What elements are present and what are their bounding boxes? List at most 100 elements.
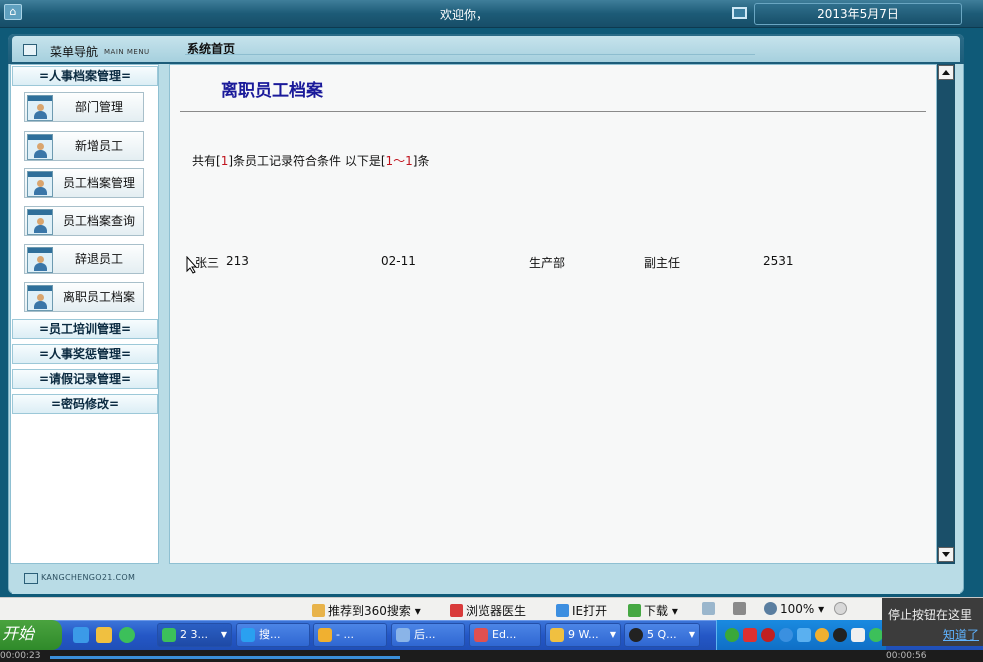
- welcome-text: 欢迎你，: [440, 8, 489, 22]
- arrow-down-icon: [942, 552, 950, 557]
- tooltip-dismiss-link[interactable]: 知道了: [943, 626, 979, 643]
- tray-penguin-icon[interactable]: [833, 628, 847, 642]
- chevron-down-icon: ▼: [609, 630, 616, 639]
- cell-date: 02-11: [381, 254, 416, 268]
- ie-quicklaunch-icon[interactable]: [73, 627, 89, 643]
- recorder-total: 00:00:56: [886, 651, 927, 661]
- document-icon: [396, 628, 410, 642]
- summary-middle: ]条员工记录符合条件 以下是[: [228, 154, 386, 168]
- logo-icon: [24, 573, 38, 584]
- ie-icon: [556, 604, 569, 617]
- table-row[interactable]: 张三 213 02-11 生产部 副主任 2531: [170, 254, 930, 274]
- scroll-up-button[interactable]: [938, 65, 954, 80]
- zoom-out-button[interactable]: [834, 602, 850, 616]
- summary-prefix: 共有[: [192, 154, 221, 168]
- scrollbar[interactable]: [937, 64, 955, 564]
- sidebar-item-resigned-archive[interactable]: 离职员工档案: [24, 282, 144, 312]
- sidebar-category-training[interactable]: =员工培训管理=: [12, 319, 158, 339]
- sidebar-item-add-employee[interactable]: 新增员工: [24, 131, 144, 161]
- recommend-360-button[interactable]: 推荐到360搜索 ▾: [312, 602, 421, 619]
- home-icon[interactable]: ⌂: [4, 4, 22, 20]
- window-icon[interactable]: [702, 602, 718, 616]
- app-icon: [318, 628, 332, 642]
- tooltip-text: 停止按钮在这里: [888, 608, 973, 622]
- editor-icon: [474, 628, 488, 642]
- ie-open-button[interactable]: IE打开: [556, 602, 607, 619]
- volume-icon[interactable]: [733, 602, 749, 616]
- user-icon: [27, 285, 53, 311]
- tray-settings-icon[interactable]: [851, 628, 865, 642]
- ie-open-label: IE打开: [572, 604, 608, 618]
- nav-title-en: MAIN MENU: [104, 48, 150, 56]
- folder-quicklaunch-icon[interactable]: [96, 627, 112, 643]
- task-button-app[interactable]: - ...: [313, 623, 387, 647]
- zoom-control[interactable]: 100% ▾: [764, 602, 824, 616]
- browser-icon: [162, 628, 176, 642]
- sidebar-item-archive-manage[interactable]: 员工档案管理: [24, 168, 144, 198]
- frame-title-bar: [12, 36, 960, 62]
- recorder-elapsed: 00:00:23: [0, 651, 41, 661]
- content-panel: 离职员工档案 共有[1]条员工记录符合条件 以下是[1～1]条 张三 213 0…: [169, 64, 937, 564]
- frame-footer: [12, 564, 960, 594]
- sidebar-category-personnel-archive[interactable]: =人事档案管理=: [12, 66, 158, 86]
- cell-number: 2531: [763, 254, 794, 268]
- tray-app-icon[interactable]: [725, 628, 739, 642]
- task-label: 搜...: [259, 628, 281, 641]
- folder-icon: [550, 628, 564, 642]
- monitor-icon[interactable]: [732, 7, 747, 19]
- sidebar-item-dismiss-employee[interactable]: 辞退员工: [24, 244, 144, 274]
- user-icon: [27, 95, 53, 121]
- zoom-level: 100%: [780, 602, 815, 616]
- minus-icon: [834, 602, 847, 615]
- footer-logo-text: KANGCHENGO21.COM: [41, 573, 136, 582]
- tray-shield-icon[interactable]: [797, 628, 811, 642]
- task-label: 后...: [414, 628, 436, 641]
- sidebar-item-label: 辞退员工: [74, 252, 123, 266]
- browser-window: ⌂ 欢迎你， 2013年5月7日 菜单导航 MAIN MENU 系统首页 =人事…: [0, 0, 983, 662]
- cell-position: 副主任: [644, 256, 681, 270]
- scroll-down-button[interactable]: [938, 547, 954, 562]
- sidebar-item-label: 部门管理: [74, 100, 123, 114]
- summary-range: 1～1: [385, 154, 413, 168]
- tray-qq-icon[interactable]: [815, 628, 829, 642]
- browser-quicklaunch-icon[interactable]: [119, 627, 135, 643]
- task-label: 5 Q...: [647, 628, 677, 641]
- search-app-icon: [241, 628, 255, 642]
- recommend-label: 推荐到360搜索: [328, 604, 411, 618]
- content-title: 离职员工档案: [221, 81, 323, 101]
- sidebar-item-label: 新增员工: [74, 139, 123, 153]
- date-display: 2013年5月7日: [754, 3, 962, 25]
- sidebar-category-leave[interactable]: =请假记录管理=: [12, 369, 158, 389]
- start-button[interactable]: 开始: [0, 620, 62, 650]
- sidebar-category-password[interactable]: =密码修改=: [12, 394, 158, 414]
- task-button-folders[interactable]: 9 W... ▼: [545, 623, 621, 647]
- download-button[interactable]: 下载 ▾: [628, 602, 678, 619]
- user-icon: [27, 134, 53, 160]
- task-button-browser[interactable]: 2 3... ▼: [157, 623, 232, 647]
- recorder-progress-bar[interactable]: [50, 656, 400, 659]
- browser-doctor-button[interactable]: 浏览器医生: [450, 602, 526, 619]
- browser-status-bar: 推荐到360搜索 ▾ 浏览器医生 IE打开 下载 ▾ 100% ▾: [0, 597, 983, 620]
- task-button-search[interactable]: 搜...: [236, 623, 310, 647]
- qq-icon: [629, 628, 643, 642]
- tray-record-icon[interactable]: [761, 628, 775, 642]
- task-button-editor[interactable]: Ed...: [469, 623, 541, 647]
- sidebar-item-label: 离职员工档案: [62, 290, 135, 304]
- summary-suffix: ]条: [412, 154, 430, 168]
- sidebar-item-department[interactable]: 部门管理: [24, 92, 144, 122]
- tray-network-icon[interactable]: [779, 628, 793, 642]
- task-button-backend[interactable]: 后...: [391, 623, 465, 647]
- cell-department: 生产部: [529, 256, 566, 270]
- tray-b-icon[interactable]: [743, 628, 757, 642]
- sidebar-category-rewards[interactable]: =人事奖惩管理=: [12, 344, 158, 364]
- content-divider: [180, 111, 926, 112]
- sidebar-item-archive-query[interactable]: 员工档案查询: [24, 206, 144, 236]
- task-button-qq[interactable]: 5 Q... ▼: [624, 623, 700, 647]
- download-icon: [628, 604, 641, 617]
- task-label: - ...: [336, 628, 354, 641]
- chevron-down-icon: ▼: [220, 630, 227, 639]
- menu-icon: [23, 44, 37, 56]
- tray-misc-icon[interactable]: [869, 628, 883, 642]
- task-label: 9 W...: [568, 628, 599, 641]
- user-icon: [27, 171, 53, 197]
